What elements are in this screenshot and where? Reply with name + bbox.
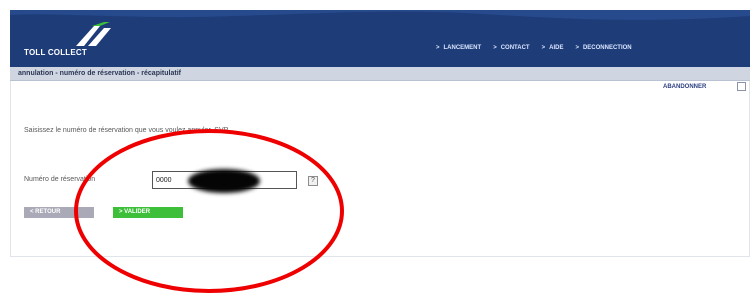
nav-contact[interactable]: > CONTACT (493, 45, 529, 57)
nav-bullet-icon: > (575, 45, 579, 51)
nav-lancement[interactable]: > LANCEMENT (436, 45, 481, 57)
content-panel (10, 81, 750, 257)
nav-deconnection[interactable]: > DECONNECTION (575, 45, 631, 57)
logo-icon (76, 22, 111, 46)
nav-aide[interactable]: > AIDE (542, 45, 564, 57)
nav-bullet-icon: > (541, 45, 546, 51)
abandon-icon[interactable] (737, 82, 746, 91)
nav-bullet-icon: > (493, 45, 497, 51)
header-bar: TOLL COLLECT > LANCEMENT > CONTACT > AIDE >… (10, 10, 750, 67)
header-wave (10, 10, 750, 20)
nav-bullet-icon: > (436, 45, 440, 51)
back-button[interactable]: < RETOUR (24, 207, 94, 218)
abandon-link[interactable]: ABANDONNER (663, 84, 706, 90)
help-icon[interactable]: ? (308, 176, 318, 186)
validate-button[interactable]: > VALIDER (113, 207, 183, 218)
breadcrumb: annulation - numéro de réservation - réc… (18, 70, 181, 77)
redaction-blot (188, 169, 260, 193)
instruction-text: Saisissez le numéro de réservation que v… (24, 127, 229, 134)
logo-text: TOLL COLLECT (24, 48, 87, 57)
reservation-number-label: Numéro de réservation (24, 176, 96, 183)
breadcrumb-bar: annulation - numéro de réservation - réc… (10, 67, 750, 81)
top-navigation: > LANCEMENT > CONTACT > AIDE > DECONNECTION (436, 45, 632, 57)
